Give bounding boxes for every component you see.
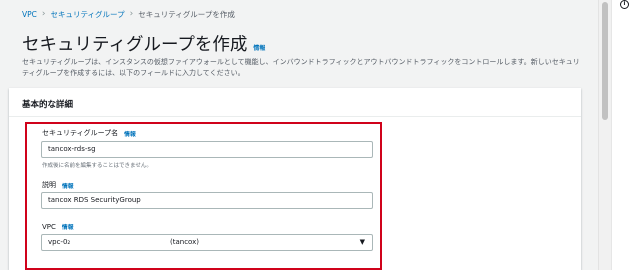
main-page: VPC › セキュリティグループ › セキュリティグループを作成 セキュリティグ…: [0, 0, 598, 270]
vpc-label-text: VPC: [42, 222, 56, 231]
security-group-name-input[interactable]: tancox-rds-sg: [41, 141, 373, 158]
vpc-label: VPC 情報: [42, 222, 74, 232]
security-group-name-label: セキュリティグループ名 情報: [42, 128, 136, 138]
scroll-thumb[interactable]: [602, 2, 608, 120]
panel-header: 基本的な詳細: [9, 88, 581, 117]
panel-title: 基本的な詳細: [22, 100, 74, 110]
breadcrumb-current: セキュリティグループを作成: [138, 10, 235, 19]
vpc-select-value-prefix: vpc-0₂: [48, 238, 71, 246]
breadcrumb-security-groups-link[interactable]: セキュリティグループ: [51, 9, 125, 20]
caret-down-icon: ▼: [359, 238, 365, 246]
basic-details-panel: 基本的な詳細 セキュリティグループ名 情報 tancox-rds-sg 作成後に…: [9, 88, 581, 270]
info-circle-icon[interactable]: i: [620, 0, 629, 9]
vpc-info-link[interactable]: 情報: [62, 222, 74, 231]
description-label-text: 説明: [42, 181, 56, 189]
description-label: 説明 情報: [42, 180, 74, 190]
vpc-select-value-suffix: (tancox): [170, 238, 199, 246]
description-info-link[interactable]: 情報: [62, 181, 74, 190]
page-title: セキュリティグループを作成: [22, 35, 248, 55]
vpc-select[interactable]: vpc-0₂ (tancox) ▼: [41, 234, 373, 251]
chevron-right-icon: ›: [129, 9, 134, 19]
scrollbar[interactable]: [598, 0, 611, 270]
right-panel-strip: i: [611, 0, 640, 270]
page-description: セキュリティグループは、インスタンスの仮想ファイアウォールとして機能し、インバウ…: [22, 58, 580, 77]
page-header: セキュリティグループを作成 情報: [22, 31, 265, 56]
security-group-name-hint: 作成後に名前を編集することはできません。: [42, 163, 152, 169]
security-group-name-label-text: セキュリティグループ名: [42, 129, 119, 137]
breadcrumb: VPC › セキュリティグループ › セキュリティグループを作成: [22, 9, 235, 20]
security-group-name-info-link[interactable]: 情報: [124, 129, 136, 138]
description-input[interactable]: tancox RDS SecurityGroup: [41, 192, 373, 209]
breadcrumb-vpc-link[interactable]: VPC: [22, 10, 37, 19]
page-info-link[interactable]: 情報: [253, 43, 265, 52]
chevron-right-icon: ›: [41, 9, 46, 19]
